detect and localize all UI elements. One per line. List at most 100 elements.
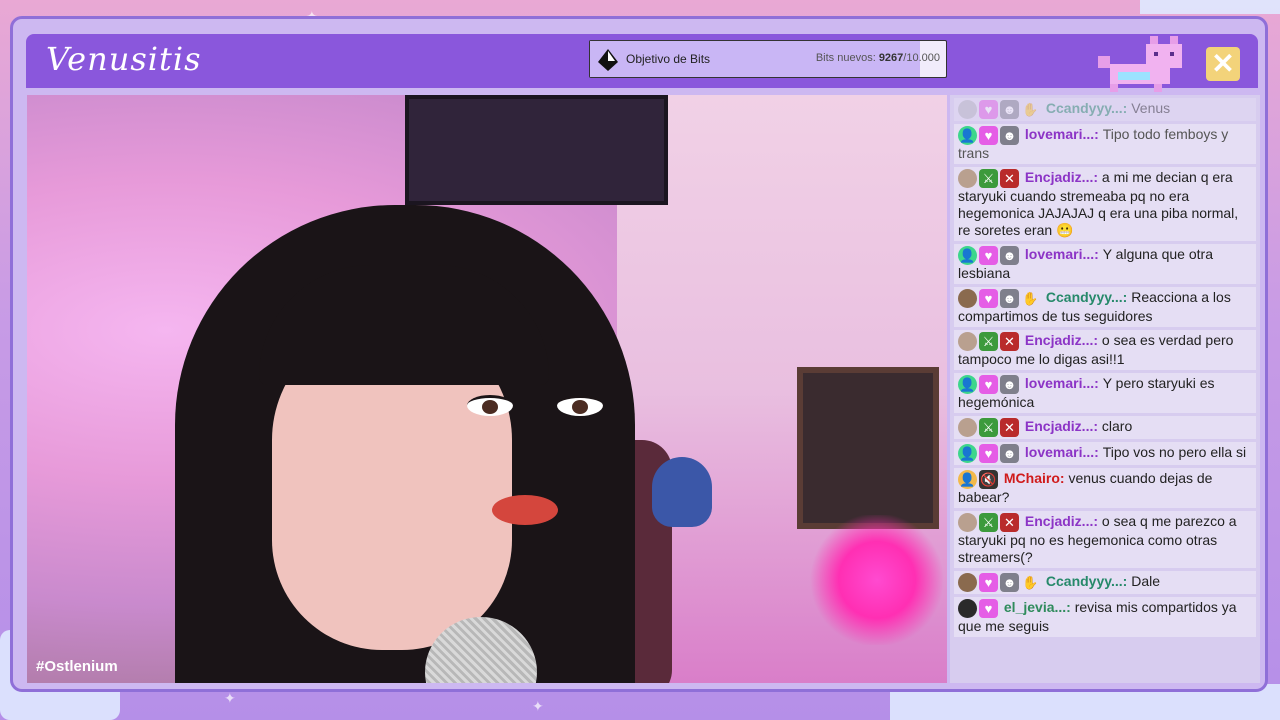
chat-badges: 👤 ♥ ☻ bbox=[958, 126, 1021, 145]
user-photo-avatar bbox=[958, 513, 977, 532]
chat-message-text: Dale bbox=[1131, 573, 1161, 590]
raccoon-badge-icon: ☻ bbox=[1000, 375, 1019, 394]
webcam-video bbox=[27, 95, 947, 683]
cross-badge-icon: ✕ bbox=[1000, 332, 1019, 351]
video-picture-frame bbox=[797, 367, 939, 529]
user-photo-avatar bbox=[958, 418, 977, 437]
user-photo-avatar bbox=[958, 573, 977, 592]
chat-message: 👤 ♥ ☻ lovemari...: Tipo vos no pero ella s… bbox=[954, 442, 1256, 465]
chat-badges: ⚔ ✕ bbox=[958, 418, 1021, 437]
chat-username[interactable]: lovemari...: bbox=[1021, 444, 1103, 460]
sword-badge-icon: ⚔ bbox=[979, 418, 998, 437]
sign-language-badge-icon: ✋ bbox=[1022, 575, 1039, 590]
chat-badges: ♥ ☻ ✋ bbox=[958, 573, 1042, 592]
chat-username[interactable]: el_jevia...: bbox=[1000, 599, 1075, 615]
video-eye bbox=[467, 395, 513, 416]
chat-username[interactable]: lovemari...: bbox=[1021, 126, 1103, 142]
bits-goal-progress: Bits nuevos: 9267/10.000 bbox=[815, 52, 940, 64]
raccoon-badge-icon: ☻ bbox=[1000, 246, 1019, 265]
chat-badges: 👤 🔇 bbox=[958, 470, 1000, 489]
chat-message: 👤 ♥ ☻ lovemari...: Y alguna que otra lesbi… bbox=[954, 244, 1256, 284]
channel-title: Venusitis bbox=[46, 40, 202, 78]
video-lips bbox=[492, 495, 558, 525]
chat-message: ⚔ ✕ Encjadiz...: o sea q me parezco a sta… bbox=[954, 511, 1256, 568]
person-avatar-icon: 👤 bbox=[958, 375, 977, 394]
pixel-cat-logo-icon bbox=[1098, 36, 1182, 92]
chat-badges: ♥ ☻ ✋ bbox=[958, 289, 1042, 308]
pixel-cloud bbox=[1140, 0, 1280, 14]
chat-message-text: claro bbox=[1101, 418, 1133, 435]
chat-username[interactable]: lovemari...: bbox=[1021, 246, 1103, 262]
sword-badge-icon: ⚔ bbox=[979, 169, 998, 188]
video-plush-toy bbox=[652, 457, 712, 527]
user-photo-avatar bbox=[958, 332, 977, 351]
bits-goal-bar: Objetivo de Bits Bits nuevos: 9267/10.00… bbox=[589, 40, 947, 78]
close-button[interactable]: ✕ bbox=[1206, 47, 1240, 81]
person-avatar-icon: 👤 bbox=[958, 470, 977, 489]
hashtag-label: #Ostlenium bbox=[36, 658, 118, 675]
raccoon-badge-icon: ☻ bbox=[1000, 573, 1019, 592]
user-photo-avatar bbox=[958, 289, 977, 308]
chat-message: ♥ ☻ ✋ Ccandyyy...: Reacciona a los compart… bbox=[954, 287, 1256, 327]
chat-message: 👤 🔇 MChairo: venus cuando dejas de babear… bbox=[954, 468, 1256, 508]
chat-message: ⚔ ✕ Encjadiz...: o sea es verdad pero tam… bbox=[954, 330, 1256, 370]
chat-message: 👤 ♥ ☻ lovemari...: Y pero staryuki es hege… bbox=[954, 373, 1256, 413]
chat-username[interactable]: Encjadiz...: bbox=[1021, 513, 1102, 529]
raccoon-badge-icon: ☻ bbox=[1000, 444, 1019, 463]
chat-username[interactable]: lovemari...: bbox=[1021, 375, 1103, 391]
chat-username[interactable]: Encjadiz...: bbox=[1021, 418, 1102, 434]
chat-username[interactable]: MChairo: bbox=[1000, 470, 1068, 486]
chat-message-text: Venus bbox=[1131, 100, 1171, 117]
chat-username[interactable]: Ccandyyy...: bbox=[1042, 289, 1131, 305]
cross-badge-icon: ✕ bbox=[1000, 513, 1019, 532]
sword-badge-icon: ⚔ bbox=[979, 513, 998, 532]
heart-badge-icon: ♥ bbox=[979, 246, 998, 265]
person-avatar-icon: 👤 bbox=[958, 444, 977, 463]
chat-username[interactable]: Ccandyyy...: bbox=[1042, 573, 1131, 589]
chat-badges: ⚔ ✕ bbox=[958, 513, 1021, 532]
chat-message-list: ♥ ☻ ✋ Ccandyyy...: Venus 👤 ♥ ☻ lovemari...: T… bbox=[950, 98, 1260, 637]
sparkle-icon: ✦ bbox=[532, 698, 544, 714]
heart-badge-icon: ♥ bbox=[979, 126, 998, 145]
heart-badge-icon: ♥ bbox=[979, 100, 998, 119]
chat-message: ⚔ ✕ Encjadiz...: claro bbox=[954, 416, 1256, 439]
sparkle-icon: ✦ bbox=[224, 690, 236, 706]
video-eye bbox=[557, 395, 603, 416]
person-avatar-icon bbox=[958, 100, 977, 119]
mute-badge-icon: 🔇 bbox=[979, 470, 998, 489]
video-wall-painting bbox=[405, 95, 668, 205]
heart-badge-icon: ♥ bbox=[979, 599, 998, 618]
bits-gem-icon bbox=[598, 49, 618, 71]
person-avatar-icon: 👤 bbox=[958, 246, 977, 265]
chat-message-text: Tipo vos no pero ella si bbox=[1102, 444, 1247, 461]
chat-badges: ⚔ ✕ bbox=[958, 332, 1021, 351]
heart-badge-icon: ♥ bbox=[979, 375, 998, 394]
sword-badge-icon: ⚔ bbox=[979, 332, 998, 351]
person-avatar-icon: 👤 bbox=[958, 126, 977, 145]
chat-message: ⚔ ✕ Encjadiz...: a mi me decian q era sta… bbox=[954, 167, 1256, 241]
chat-panel[interactable]: ♥ ☻ ✋ Ccandyyy...: Venus 👤 ♥ ☻ lovemari...: T… bbox=[950, 95, 1260, 683]
chat-username[interactable]: Encjadiz...: bbox=[1021, 332, 1102, 348]
video-pink-light bbox=[807, 515, 947, 645]
bits-goal-label: Objetivo de Bits bbox=[626, 52, 711, 66]
chat-badges: ♥ bbox=[958, 599, 1000, 618]
heart-badge-icon: ♥ bbox=[979, 444, 998, 463]
cross-badge-icon: ✕ bbox=[1000, 169, 1019, 188]
heart-badge-icon: ♥ bbox=[979, 289, 998, 308]
cross-badge-icon: ✕ bbox=[1000, 418, 1019, 437]
chat-badges: ⚔ ✕ bbox=[958, 169, 1021, 188]
heart-badge-icon: ♥ bbox=[979, 573, 998, 592]
sign-language-badge-icon: ✋ bbox=[1022, 102, 1039, 117]
raccoon-badge-icon: ☻ bbox=[1000, 289, 1019, 308]
chat-badges: 👤 ♥ ☻ bbox=[958, 246, 1021, 265]
chat-message: ♥ ☻ ✋ Ccandyyy...: Dale bbox=[954, 571, 1256, 594]
chat-badges: 👤 ♥ ☻ bbox=[958, 375, 1021, 394]
raccoon-badge-icon: ☻ bbox=[1000, 126, 1019, 145]
raccoon-badge-icon: ☻ bbox=[1000, 100, 1019, 119]
sign-language-badge-icon: ✋ bbox=[1022, 291, 1039, 306]
user-photo-avatar bbox=[958, 169, 977, 188]
chat-username[interactable]: Ccandyyy...: bbox=[1042, 100, 1131, 116]
chat-username[interactable]: Encjadiz...: bbox=[1021, 169, 1102, 185]
chat-message: 👤 ♥ ☻ lovemari...: Tipo todo femboys y tra… bbox=[954, 124, 1256, 164]
chat-message: ♥ ☻ ✋ Ccandyyy...: Venus bbox=[954, 98, 1256, 121]
